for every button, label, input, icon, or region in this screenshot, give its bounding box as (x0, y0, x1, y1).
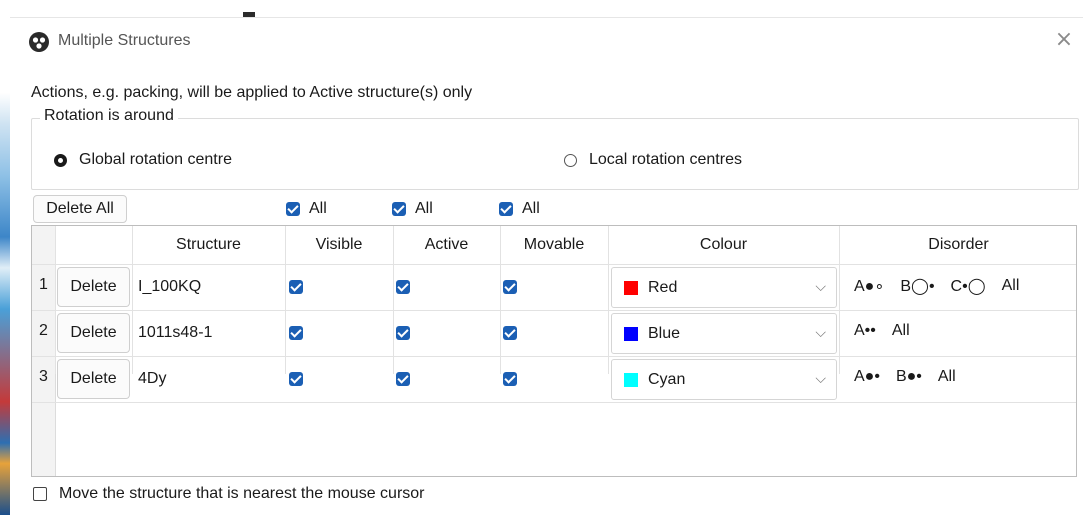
checkbox-checked-icon[interactable] (396, 280, 410, 294)
disorder-option[interactable]: C•◯ (951, 276, 986, 296)
radio-unselected-icon[interactable] (564, 153, 577, 167)
disorder-option[interactable]: A•• (854, 322, 876, 340)
radio-global-rotation[interactable]: Global rotation centre (54, 151, 232, 169)
colour-value: Red (648, 278, 678, 296)
header-visible[interactable]: Visible (285, 226, 393, 264)
active-structure-hint: Actions, e.g. packing, will be applied t… (31, 84, 473, 101)
row-number: 3 (39, 368, 48, 385)
close-icon[interactable]: × (1051, 27, 1077, 53)
active-checkbox[interactable] (396, 356, 410, 402)
delete-row-button[interactable]: Delete (57, 267, 130, 307)
radio-selected-icon[interactable] (54, 153, 67, 167)
disorder-option[interactable]: A●• (854, 368, 880, 386)
checkbox-checked-icon[interactable] (499, 202, 513, 216)
colour-select[interactable]: Blue ⌵ (611, 313, 837, 354)
chevron-down-icon[interactable]: ⌵ (815, 325, 826, 341)
active-checkbox[interactable] (396, 310, 410, 356)
checkbox-checked-icon[interactable] (503, 372, 517, 386)
active-all-checkbox[interactable]: All (392, 200, 433, 218)
desktop-background-strip (0, 0, 10, 515)
disorder-option[interactable]: B●• (896, 368, 922, 386)
header-colour[interactable]: Colour (608, 226, 839, 264)
movable-checkbox[interactable] (503, 310, 517, 356)
checkbox-checked-icon[interactable] (396, 326, 410, 340)
delete-all-button[interactable]: Delete All (33, 195, 127, 223)
visible-all-checkbox[interactable]: All (286, 200, 327, 218)
visible-checkbox[interactable] (289, 356, 303, 402)
colour-swatch (624, 372, 638, 387)
move-nearest-checkbox[interactable]: Move the structure that is nearest the m… (33, 485, 425, 503)
disorder-options: A•• All (854, 322, 926, 340)
checkbox-unchecked-icon[interactable] (33, 487, 47, 501)
disorder-all[interactable]: All (938, 368, 956, 386)
active-checkbox[interactable] (396, 264, 410, 310)
window-title: Multiple Structures (58, 32, 191, 49)
delete-row-button[interactable]: Delete (57, 359, 130, 399)
active-all-label: All (415, 200, 433, 217)
app-logo-icon (29, 32, 49, 52)
title-bar[interactable]: Multiple Structures × (10, 18, 1083, 68)
colour-swatch (624, 326, 638, 341)
header-movable[interactable]: Movable (500, 226, 608, 264)
checkbox-checked-icon[interactable] (503, 326, 517, 340)
checkbox-checked-icon[interactable] (286, 202, 300, 216)
checkbox-checked-icon[interactable] (289, 280, 303, 294)
chevron-down-icon[interactable]: ⌵ (815, 371, 826, 387)
rotation-group-title: Rotation is around (40, 107, 178, 125)
structures-table: Structure Visible Active Movable Colour … (31, 225, 1077, 477)
header-disorder[interactable]: Disorder (839, 226, 1078, 264)
checkbox-checked-icon[interactable] (289, 372, 303, 386)
colour-value: Blue (648, 324, 681, 342)
radio-local-label: Local rotation centres (589, 151, 742, 168)
visible-checkbox[interactable] (289, 264, 303, 310)
disorder-option[interactable]: B◯• (900, 276, 934, 296)
radio-local-rotation[interactable]: Local rotation centres (564, 151, 742, 169)
movable-checkbox[interactable] (503, 356, 517, 402)
checkbox-checked-icon[interactable] (396, 372, 410, 386)
colour-select[interactable]: Cyan ⌵ (611, 359, 837, 400)
disorder-options: A●• B●• All (854, 368, 972, 386)
move-nearest-label: Move the structure that is nearest the m… (59, 485, 425, 502)
disorder-all[interactable]: All (1002, 277, 1020, 295)
header-active[interactable]: Active (393, 226, 500, 264)
structure-name[interactable]: 1011s48-1 (138, 310, 212, 356)
row-number: 2 (39, 322, 48, 339)
structure-name[interactable]: 4Dy (138, 356, 166, 402)
visible-all-label: All (309, 200, 327, 217)
checkbox-checked-icon[interactable] (392, 202, 406, 216)
colour-select[interactable]: Red ⌵ (611, 267, 837, 308)
disorder-option[interactable]: A●∘ (854, 276, 884, 296)
header-structure[interactable]: Structure (132, 226, 285, 264)
checkbox-checked-icon[interactable] (289, 326, 303, 340)
colour-swatch (624, 280, 638, 295)
colour-value: Cyan (648, 370, 686, 388)
structure-name[interactable]: I_100KQ (138, 264, 201, 310)
movable-all-checkbox[interactable]: All (499, 200, 540, 218)
visible-checkbox[interactable] (289, 310, 303, 356)
delete-row-button[interactable]: Delete (57, 313, 130, 353)
radio-global-label: Global rotation centre (79, 151, 232, 168)
checkbox-checked-icon[interactable] (503, 280, 517, 294)
chevron-down-icon[interactable]: ⌵ (815, 279, 826, 295)
disorder-options: A●∘ B◯• C•◯ All (854, 276, 1035, 296)
movable-all-label: All (522, 200, 540, 217)
movable-checkbox[interactable] (503, 264, 517, 310)
row-number: 1 (39, 276, 48, 293)
disorder-all[interactable]: All (892, 322, 910, 340)
